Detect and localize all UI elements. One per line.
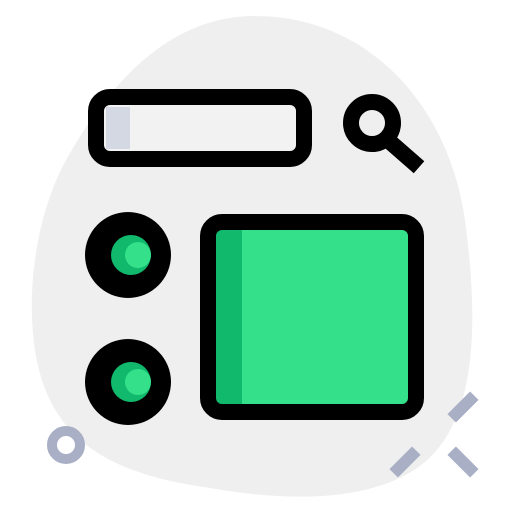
- search-with-layout-icon: [31, 16, 479, 497]
- radio-button-icon: [85, 339, 171, 425]
- search-bar-icon: [88, 89, 312, 167]
- decorative-ring-icon: [47, 426, 85, 464]
- icon-canvas: [0, 0, 512, 512]
- radio-button-icon: [85, 212, 171, 298]
- content-panel-icon: [200, 214, 424, 420]
